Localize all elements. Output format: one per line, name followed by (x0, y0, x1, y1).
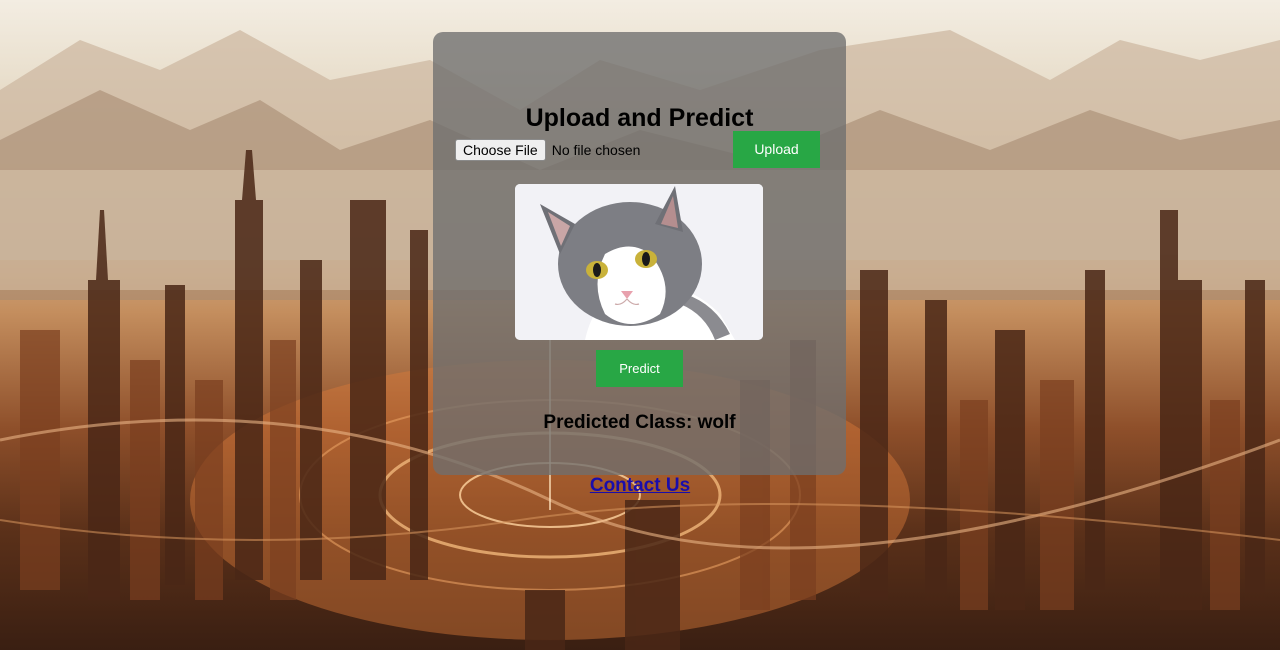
prediction-result: Predicted Class: wolf (543, 412, 736, 433)
choose-file-button[interactable]: Choose File (455, 139, 546, 161)
contact-us-link[interactable]: Contact Us (540, 475, 740, 497)
file-status-text: No file chosen (551, 142, 641, 158)
file-input[interactable]: Choose File No file chosen (455, 139, 640, 161)
cat-image (515, 184, 763, 340)
predict-button[interactable]: Predict (596, 350, 683, 387)
page-title: Upload and Predict (525, 104, 754, 132)
preview-image (515, 184, 763, 340)
upload-button[interactable]: Upload (733, 131, 820, 168)
upload-card: Upload and Predict Choose File No file c… (433, 32, 846, 475)
